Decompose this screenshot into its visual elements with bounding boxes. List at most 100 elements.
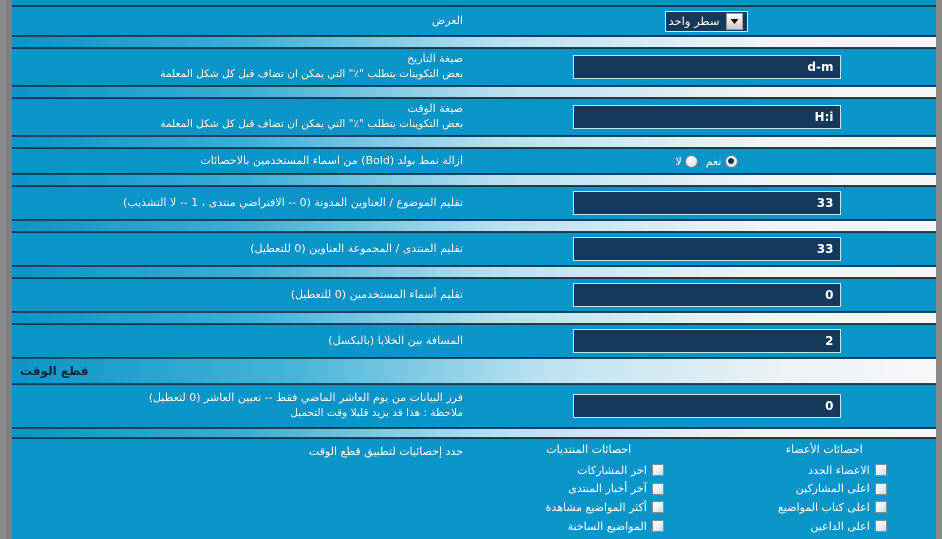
setting-row-trim-thread-titles: تقليم الموضوع / العناوين المدونة (0 -- ا… xyxy=(12,186,936,220)
row-divider xyxy=(12,136,936,148)
list-item[interactable]: المنتديات الاكثر شعبية xyxy=(514,535,664,539)
checkbox-icon[interactable] xyxy=(651,482,664,495)
list-item[interactable]: الاعضاء الجدد xyxy=(762,461,887,480)
row-divider xyxy=(12,312,936,324)
row-divider xyxy=(12,428,936,438)
checkbox-icon[interactable] xyxy=(874,464,887,477)
column-header-members: احصائات الأعضاء xyxy=(785,443,863,456)
setting-label-trim-thread-titles: تقليم الموضوع / العناوين المدونة (0 -- ا… xyxy=(119,195,471,211)
setting-sub-text: بعض التكوينات يتطلب "٪" التي يمكن ان تضا… xyxy=(160,68,463,81)
setting-label-time-format: صيغة الوقت بعض التكوينات يتطلب "٪" التي … xyxy=(156,101,471,132)
checkbox-label: آخر أخبار المنتدى xyxy=(568,482,647,496)
timecut-days-input[interactable] xyxy=(572,394,841,418)
setting-label-text: صيغة التاريخ xyxy=(407,52,463,66)
label-cell: العرض xyxy=(12,7,471,35)
setting-label-text: تقليم المنتدى / المجموعة العناوين (0 للت… xyxy=(250,242,463,256)
label-cell: حدد إحصائيات لتطبيق قطع الوقت xyxy=(12,439,471,539)
checkbox-label: المواضيع الساخنة xyxy=(567,519,647,533)
timecut-stats-label: حدد إحصائيات لتطبيق قطع الوقت xyxy=(308,445,463,458)
cell-spacing-input[interactable] xyxy=(572,329,841,353)
label-cell: تقليم الموضوع / العناوين المدونة (0 -- ا… xyxy=(12,187,471,219)
trim-usernames-input[interactable] xyxy=(572,283,841,307)
setting-label-text: ازالة نمط بولد (Bold) من اسماء المستخدمي… xyxy=(200,154,463,168)
label-cell: ازالة نمط بولد (Bold) من اسماء المستخدمي… xyxy=(12,149,471,173)
setting-row-remove-bold: نعم لا ازالة نمط بولد (Bold) من اسماء ال… xyxy=(12,148,936,174)
timecut-stats-panel: احصائات الأعضاء الاعضاء الجدد اعلى المشا… xyxy=(12,438,937,539)
checkbox-icon[interactable] xyxy=(874,482,887,495)
list-item[interactable]: المواضيع الساخنة xyxy=(514,517,664,536)
display-mode-select[interactable]: سطر واحد xyxy=(664,10,749,32)
checkbox-label: الاعضاء الجدد xyxy=(808,463,870,477)
checkbox-column-forums: احصائات المنتديات اخر المشاركات آخر أخبا… xyxy=(471,443,707,539)
setting-row-display: سطر واحد العرض xyxy=(12,6,936,36)
label-cell: تقليم المنتدى / المجموعة العناوين (0 للت… xyxy=(12,233,471,265)
trim-thread-titles-input[interactable] xyxy=(572,191,841,215)
control-cell xyxy=(471,49,936,85)
row-divider xyxy=(12,36,936,48)
radio-option-no[interactable]: لا xyxy=(675,154,698,168)
checkbox-icon[interactable] xyxy=(874,520,887,533)
list-item[interactable]: أكثر المواضيع مشاهدة xyxy=(514,498,664,517)
list-item[interactable]: اعلى المشاركين xyxy=(762,480,887,499)
row-divider xyxy=(12,174,936,186)
setting-label-trim-forum-titles: تقليم المنتدى / المجموعة العناوين (0 للت… xyxy=(246,241,471,257)
checkbox-column-members: احصائات الأعضاء الاعضاء الجدد اعلى المشا… xyxy=(707,443,937,539)
section-header-timecut: قطع الوقت xyxy=(12,358,936,384)
list-item[interactable]: اعلى كتاب المواضيع xyxy=(762,498,887,517)
list-item[interactable]: الاعلى تقييم xyxy=(762,535,887,539)
control-cell xyxy=(471,233,936,265)
radio-no-label: لا xyxy=(675,154,682,168)
checkbox-icon[interactable] xyxy=(651,464,664,477)
setting-row-date-format: صيغة التاريخ بعض التكوينات يتطلب "٪" الت… xyxy=(12,48,936,86)
checkbox-label: اعلى كتاب المواضيع xyxy=(778,500,870,514)
label-cell: صيغة التاريخ بعض التكوينات يتطلب "٪" الت… xyxy=(12,49,471,85)
setting-sub-text: ملاحظة : هذا قد يزيد قليلا وقت التحميل xyxy=(290,407,463,420)
date-format-input[interactable] xyxy=(572,55,841,79)
list-item[interactable]: اخر المشاركات xyxy=(514,461,664,480)
checkbox-icon[interactable] xyxy=(874,501,887,514)
checkbox-icon[interactable] xyxy=(651,520,664,533)
label-cell: تقليم أسماء المستخدمين (0 للتعطيل) xyxy=(12,279,471,311)
checkbox-columns: احصائات الأعضاء الاعضاء الجدد اعلى المشا… xyxy=(471,439,937,539)
setting-label-text: فرز البيانات من يوم العاشر الماضي فقط --… xyxy=(148,391,463,405)
setting-sub-text: بعض التكوينات يتطلب "٪" التي يمكن ان تضا… xyxy=(160,118,463,131)
setting-row-timecut: فرز البيانات من يوم العاشر الماضي فقط --… xyxy=(12,384,936,428)
setting-row-time-format: صيغة الوقت بعض التكوينات يتطلب "٪" التي … xyxy=(12,98,936,136)
label-cell: المسافة بين الخلايا (بالبكسل) xyxy=(12,325,471,357)
list-item[interactable]: اعلى الداعين xyxy=(762,517,887,536)
setting-label-text: المسافة بين الخلايا (بالبكسل) xyxy=(328,334,463,348)
control-cell xyxy=(471,279,936,311)
setting-label-text: تقليم أسماء المستخدمين (0 للتعطيل) xyxy=(290,288,463,302)
setting-row-trim-forum-titles: تقليم المنتدى / المجموعة العناوين (0 للت… xyxy=(12,232,936,266)
display-mode-value: سطر واحد xyxy=(668,13,720,28)
chevron-down-icon[interactable] xyxy=(726,12,744,30)
setting-label-date-format: صيغة التاريخ بعض التكوينات يتطلب "٪" الت… xyxy=(156,51,471,82)
control-cell: سطر واحد xyxy=(471,7,936,35)
control-cell xyxy=(471,325,936,357)
setting-label-text: صيغة الوقت xyxy=(407,102,463,116)
admin-settings-page: سطر واحد العرض صيغة التاريخ بعض التكوينا… xyxy=(0,0,942,539)
setting-label-text: العرض xyxy=(431,14,463,28)
control-cell: نعم لا xyxy=(471,149,936,173)
radio-option-yes[interactable]: نعم xyxy=(706,154,738,168)
setting-label-trim-usernames: تقليم أسماء المستخدمين (0 للتعطيل) xyxy=(287,287,471,303)
setting-label-text: تقليم الموضوع / العناوين المدونة (0 -- ا… xyxy=(123,196,463,210)
setting-label-timecut: فرز البيانات من يوم العاشر الماضي فقط --… xyxy=(145,390,471,421)
setting-row-cell-spacing: المسافة بين الخلايا (بالبكسل) xyxy=(12,324,936,358)
checkbox-icon[interactable] xyxy=(651,501,664,514)
label-cell: صيغة الوقت بعض التكوينات يتطلب "٪" التي … xyxy=(12,99,471,135)
setting-row-trim-usernames: تقليم أسماء المستخدمين (0 للتعطيل) xyxy=(12,278,936,312)
time-format-input[interactable] xyxy=(572,105,841,129)
control-cell xyxy=(471,187,936,219)
checkbox-label: أكثر المواضيع مشاهدة xyxy=(545,500,647,514)
radio-yes-icon[interactable] xyxy=(724,154,738,168)
checkbox-label: اعلى المشاركين xyxy=(795,482,870,496)
trim-forum-titles-input[interactable] xyxy=(572,237,841,261)
row-divider xyxy=(12,86,936,98)
radio-no-icon[interactable] xyxy=(684,154,698,168)
settings-form: سطر واحد العرض صيغة التاريخ بعض التكوينا… xyxy=(12,0,937,539)
list-item[interactable]: آخر أخبار المنتدى xyxy=(514,480,664,499)
checkbox-label: اعلى الداعين xyxy=(810,519,870,533)
setting-label-display: العرض xyxy=(428,13,471,29)
remove-bold-radio-group: نعم لا xyxy=(675,154,738,168)
